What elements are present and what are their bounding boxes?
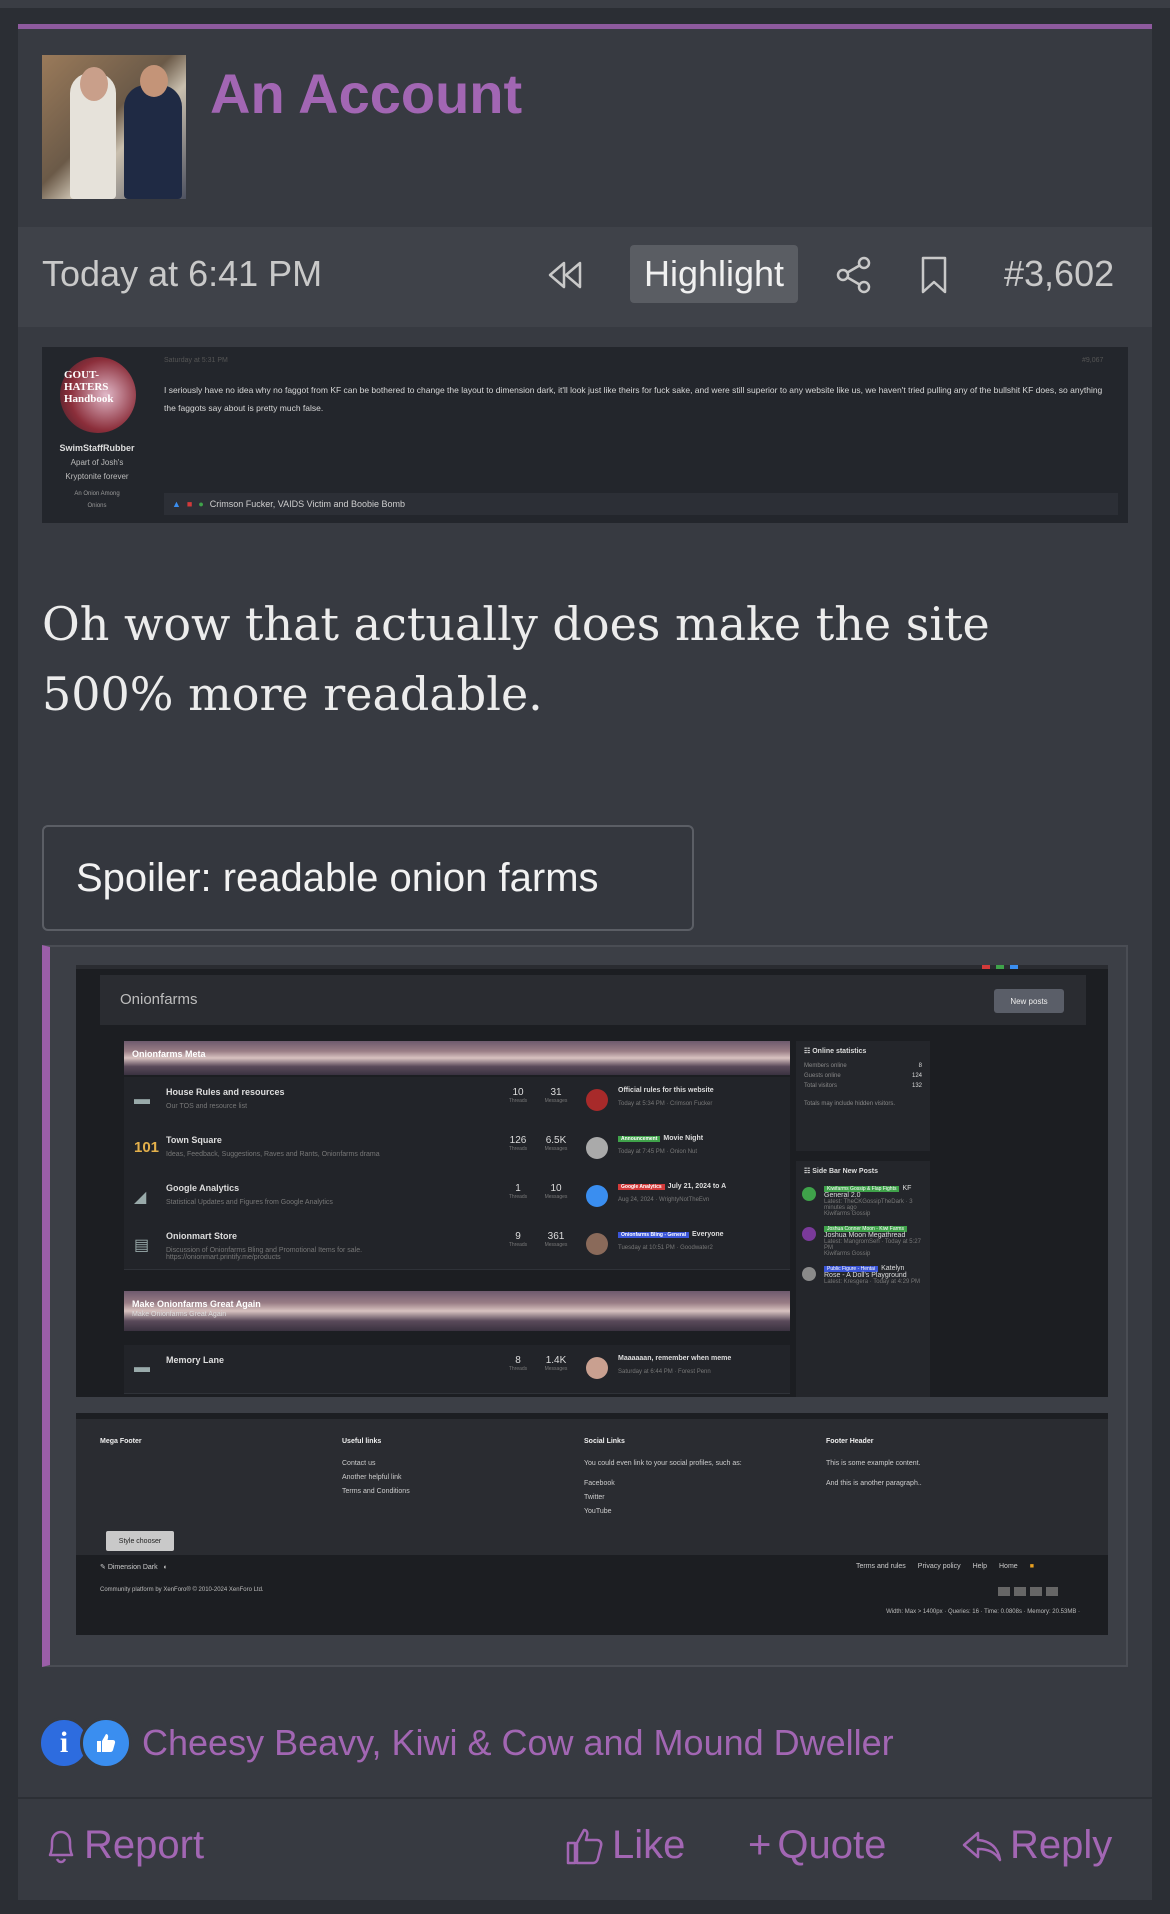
of-forum-row: ◢ Google Analytics Statistical Updates a…	[124, 1173, 790, 1222]
quoted-post-number: #9,067	[1082, 357, 1104, 364]
debug-info: Width: Max > 1400px · Queries: 16 · Time…	[886, 1609, 1080, 1615]
of-forum-row: ▬ House Rules and resources Our TOS and …	[124, 1077, 790, 1126]
of-forum-row: ▬ Memory Lane 8 Threads 1.4K Messages Maaa…	[124, 1345, 790, 1394]
footer-icons	[998, 1587, 1058, 1596]
of-section-meta: Onionfarms Meta	[124, 1041, 790, 1075]
forum-post: An Account Today at 6:41 PM Highlight #3…	[18, 24, 1152, 1900]
footer-col-social: Social Links You could even link to your…	[584, 1438, 742, 1515]
post-message: Oh wow that actually does make the site …	[42, 597, 990, 721]
quoted-reactions: ▲ ■ ● Crimson Fucker, VAIDS Victim and Boo…	[164, 493, 1118, 515]
quoted-user-title-1: Apart of Josh's	[70, 458, 124, 467]
like-button[interactable]: Like	[564, 1823, 685, 1868]
rewind-icon[interactable]	[542, 249, 590, 301]
onionfarms-index-screenshot[interactable]: Onionfarms New posts Onionfarms Meta ▬ H…	[76, 965, 1108, 1397]
spoiler-content: Onionfarms New posts Onionfarms Meta ▬ H…	[42, 945, 1128, 1667]
like-icon	[80, 1717, 132, 1769]
quoted-user-title-2: Kryptonite forever	[65, 472, 129, 481]
quoted-banner-1: An Onion Among	[74, 491, 120, 497]
top-strip	[0, 0, 1170, 8]
reply-button[interactable]: Reply	[960, 1823, 1112, 1868]
post-meta-bar: Today at 6:41 PM Highlight #3,602	[18, 227, 1152, 327]
of-section-maga: Make Onionfarms Great Again Make Onionfa…	[124, 1291, 790, 1331]
post-date[interactable]: Today at 6:41 PM	[42, 253, 322, 295]
footer-col-mega: Mega Footer	[100, 1438, 142, 1445]
quoted-text: I seriously have no idea why no faggot f…	[164, 385, 1103, 413]
highlight-button[interactable]: Highlight	[630, 245, 798, 303]
quoted-avatar: GOUT-HATERS Handbook	[60, 357, 136, 433]
of-forum-row: 101 Town Square Ideas, Feedback, Suggest…	[124, 1125, 790, 1174]
post-actions: Report Like + Quote Reply	[18, 1797, 1152, 1907]
reaction-names[interactable]: Cheesy Beavy, Kiwi & Cow and Mound Dwell…	[142, 1722, 894, 1764]
of-header: Onionfarms New posts	[100, 975, 1086, 1025]
reactions-bar[interactable]: i Cheesy Beavy, Kiwi & Cow and Mound Dwe…	[38, 1713, 894, 1773]
of-new-posts-button: New posts	[994, 989, 1064, 1013]
post-number[interactable]: #3,602	[1004, 253, 1114, 295]
avatar[interactable]	[42, 55, 186, 199]
share-icon[interactable]	[830, 249, 878, 301]
of-site-title: Onionfarms	[120, 991, 198, 1008]
footer-links: Terms and rules Privacy policy Help Home ■	[856, 1563, 1034, 1570]
quoted-username: SwimStaffRubber	[59, 443, 135, 453]
style-name: ✎ Dimension Dark ◐	[100, 1564, 168, 1571]
of-online-stats: ☷ Online statistics Members online 8 Gues…	[796, 1041, 930, 1151]
onionfarms-footer-screenshot[interactable]: Mega Footer Useful links Contact us Anot…	[76, 1413, 1108, 1635]
footer-col-links: Useful links Contact us Another helpful …	[342, 1438, 410, 1495]
style-chooser-tooltip: Style chooser	[106, 1531, 174, 1551]
of-sidebar-new-posts: ☷ Side Bar New Posts Kiwifarms Gossip & …	[796, 1161, 930, 1397]
spoiler-button[interactable]: Spoiler: readable onion farms	[42, 825, 694, 931]
copyright: Community platform by XenForo® © 2010-20…	[100, 1587, 264, 1593]
bookmark-icon[interactable]	[910, 249, 958, 301]
of-forum-row: ▤ Onionmart Store Discussion of Onionfar…	[124, 1221, 790, 1270]
footer-col-header: Footer Header This is some example conte…	[826, 1438, 922, 1487]
report-button[interactable]: Report	[44, 1823, 204, 1868]
embedded-screenshot-post[interactable]: GOUT-HATERS Handbook SwimStaffRubber Apa…	[42, 347, 1128, 523]
user-header: An Account	[18, 29, 1152, 227]
quoted-banner-2: Onions	[87, 503, 107, 509]
quoted-date: Saturday at 5:31 PM	[164, 357, 228, 364]
quote-button[interactable]: + Quote	[748, 1823, 886, 1868]
username[interactable]: An Account	[210, 61, 522, 126]
